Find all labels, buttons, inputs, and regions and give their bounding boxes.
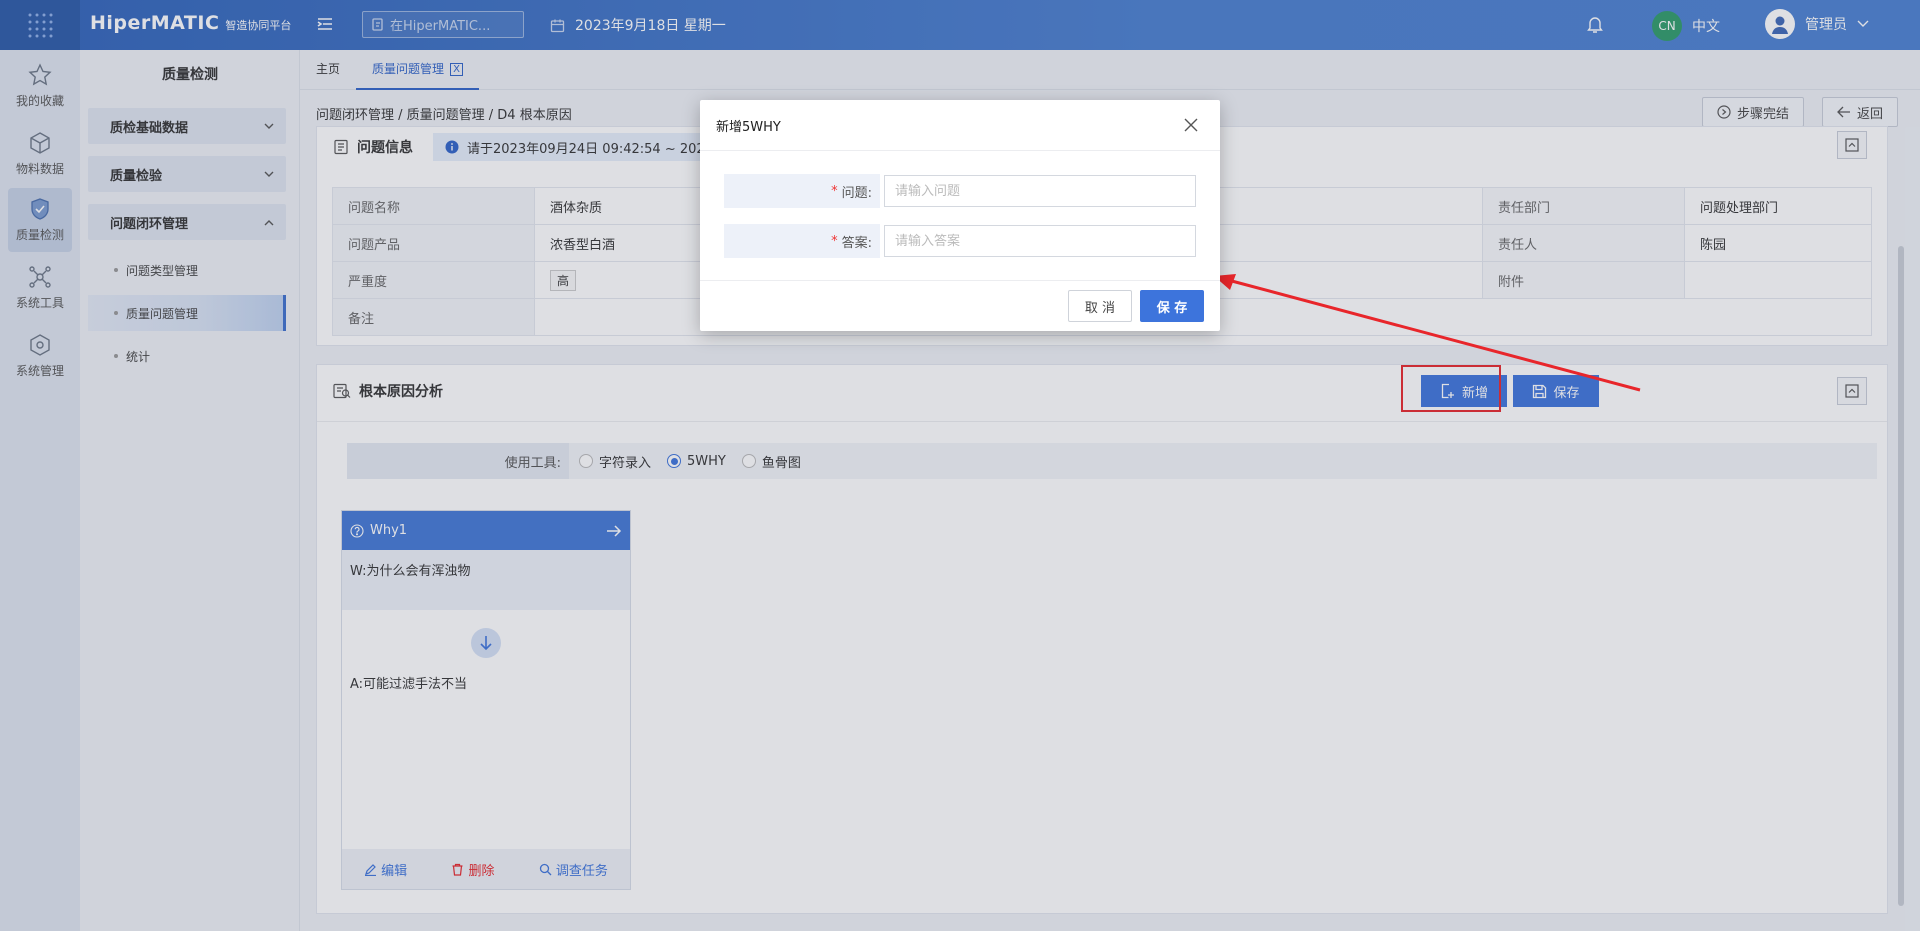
dialog-save-button[interactable]: 保 存	[1140, 290, 1204, 322]
question-label: * 问题:	[724, 174, 880, 208]
question-field-row: * 问题:	[724, 174, 1196, 208]
answer-input[interactable]	[884, 225, 1196, 257]
dialog-title: 新增5WHY	[716, 120, 781, 135]
question-input[interactable]	[884, 175, 1196, 207]
cancel-button[interactable]: 取 消	[1068, 290, 1132, 322]
answer-field-row: * 答案:	[724, 224, 1196, 258]
close-icon[interactable]	[1184, 118, 1198, 132]
annotation-arrow	[1214, 274, 1641, 392]
divider	[700, 280, 1220, 281]
divider	[700, 150, 1220, 151]
add-5why-dialog: 新增5WHY *问题: *答案: 取 消 保 存	[700, 100, 1220, 331]
answer-label: * 答案:	[724, 224, 880, 258]
